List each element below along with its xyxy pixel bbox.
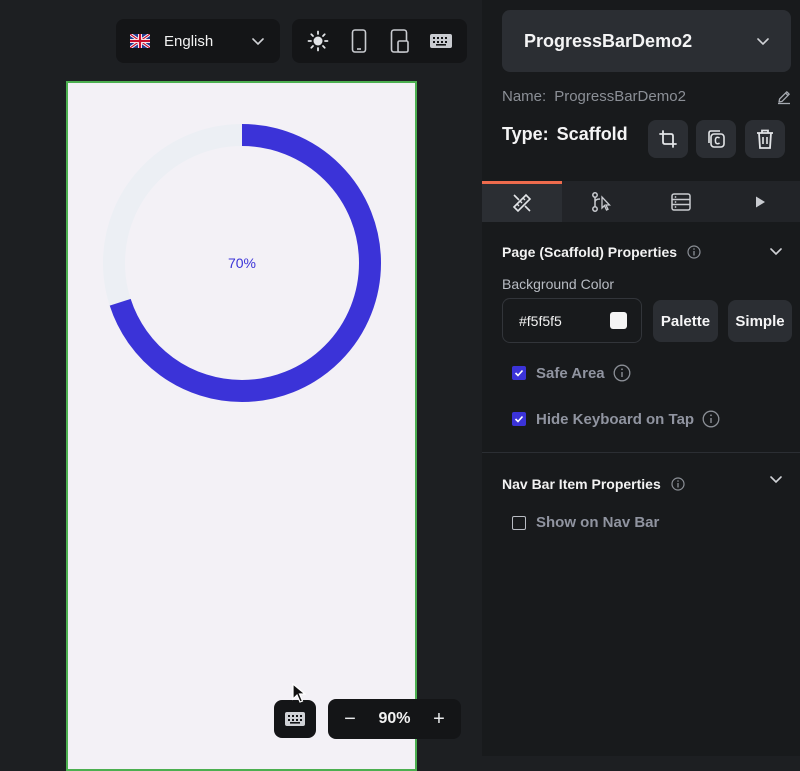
uk-flag-icon (130, 34, 150, 48)
database-icon (670, 191, 692, 213)
type-value: Scaffold (557, 124, 628, 145)
edit-pencil-icon[interactable] (776, 89, 792, 105)
background-color-label: Background Color (502, 276, 614, 292)
delete-widget-button[interactable] (745, 120, 785, 158)
nav-properties-title: Nav Bar Item Properties (502, 476, 661, 492)
language-label: English (164, 33, 250, 50)
chevron-down-icon[interactable] (768, 243, 784, 259)
phone-icon[interactable] (347, 29, 371, 53)
info-icon (687, 245, 701, 259)
ruler-pencil-icon (511, 192, 533, 214)
crop-icon (658, 129, 678, 149)
show-on-nav-bar-checkbox[interactable] (512, 516, 526, 530)
widget-title: ProgressBarDemo2 (524, 31, 755, 52)
simple-button[interactable]: Simple (728, 300, 792, 342)
progress-label: 70% (100, 121, 384, 405)
device-toolbar (292, 19, 467, 63)
background-color-hex: #f5f5f5 (519, 313, 610, 329)
safe-area-label: Safe Area (536, 365, 605, 382)
action-flow-icon (590, 191, 612, 213)
palette-button[interactable]: Palette (653, 300, 718, 342)
play-icon (753, 195, 767, 209)
page-properties-header[interactable]: Page (Scaffold) Properties (502, 244, 701, 260)
trash-icon (755, 128, 775, 150)
properties-panel: ProgressBarDemo2 Name: ProgressBarDemo2 … (482, 0, 800, 756)
mouse-cursor-icon (292, 683, 306, 703)
canvas-area: English (0, 0, 482, 756)
tab-run[interactable] (721, 181, 800, 222)
tab-actions[interactable] (562, 181, 642, 222)
background-color-input[interactable]: #f5f5f5 (502, 298, 642, 343)
chevron-down-icon (755, 33, 771, 49)
info-icon (671, 477, 685, 491)
hide-keyboard-option[interactable]: Hide Keyboard on Tap (512, 410, 720, 428)
keyboard-icon[interactable] (429, 29, 453, 53)
widget-type-row: Type: Scaffold (502, 124, 628, 145)
safe-area-option[interactable]: Safe Area (512, 364, 631, 382)
copy-icon (705, 128, 727, 150)
language-select[interactable]: English (116, 19, 280, 63)
chevron-down-icon[interactable] (768, 471, 784, 487)
phone-preview[interactable]: 70% (66, 81, 417, 771)
color-swatch[interactable] (610, 312, 627, 329)
widget-name-row: Name: ProgressBarDemo2 (502, 88, 792, 105)
nav-properties-header[interactable]: Nav Bar Item Properties (502, 476, 685, 492)
hide-keyboard-label: Hide Keyboard on Tap (536, 411, 694, 428)
info-icon (702, 410, 720, 428)
show-on-nav-bar-option[interactable]: Show on Nav Bar (512, 514, 659, 531)
chevron-down-icon (250, 33, 266, 49)
wrap-widget-button[interactable] (648, 120, 688, 158)
hide-keyboard-checkbox[interactable] (512, 412, 526, 426)
name-label: Name: (502, 88, 546, 105)
type-label: Type: (502, 124, 549, 145)
zoom-out-button[interactable]: − (340, 708, 360, 731)
safe-area-checkbox[interactable] (512, 366, 526, 380)
sun-icon[interactable] (306, 29, 330, 53)
panel-tabs (482, 181, 800, 222)
checkmark-icon (514, 368, 524, 378)
name-value[interactable]: ProgressBarDemo2 (554, 88, 776, 105)
zoom-control: − 90% + (328, 699, 461, 739)
widget-selector[interactable]: ProgressBarDemo2 (502, 10, 791, 72)
zoom-in-button[interactable]: + (429, 708, 449, 731)
tablet-icon[interactable] (388, 29, 412, 53)
tab-backend[interactable] (641, 181, 721, 222)
show-on-nav-bar-label: Show on Nav Bar (536, 514, 659, 531)
keyboard-icon (284, 711, 306, 727)
keyboard-toggle-button[interactable] (274, 700, 316, 738)
copy-widget-button[interactable] (696, 120, 736, 158)
info-icon (613, 364, 631, 382)
tab-properties[interactable] (482, 181, 562, 222)
page-properties-title: Page (Scaffold) Properties (502, 244, 677, 260)
zoom-level: 90% (378, 710, 410, 728)
section-divider (482, 452, 800, 453)
checkmark-icon (514, 414, 524, 424)
